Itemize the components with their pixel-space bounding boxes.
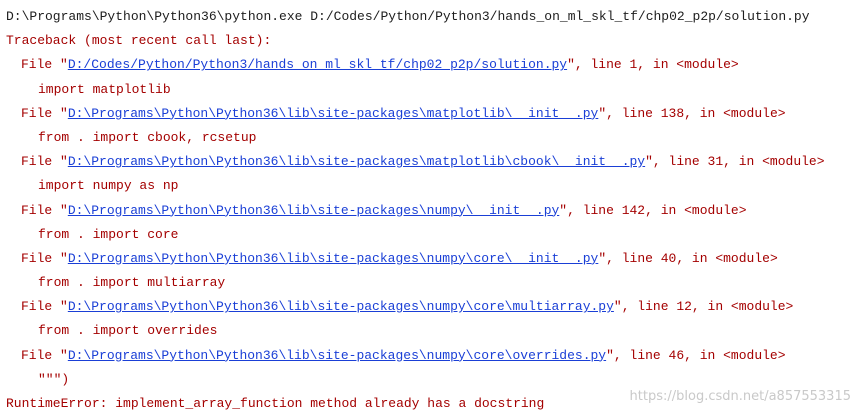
traceback-frame-file: File "D:\Programs\Python\Python36\lib\si… <box>0 150 865 174</box>
file-path-link[interactable]: D:\Programs\Python\Python36\lib\site-pac… <box>68 154 645 169</box>
file-path-link[interactable]: D:\Programs\Python\Python36\lib\site-pac… <box>68 348 606 363</box>
traceback-frame-code: from . import cbook, rcsetup <box>38 129 257 145</box>
frame-prefix: File " <box>21 299 68 315</box>
traceback-frame-code: from . import multiarray <box>38 275 226 291</box>
traceback-frame-file: File "D:\Programs\Python\Python36\lib\si… <box>0 247 865 271</box>
frame-suffix: ", line 142, in <module> <box>559 202 747 218</box>
file-path-link[interactable]: D:\Programs\Python\Python36\lib\site-pac… <box>68 106 599 121</box>
traceback-frame-code: from . import overrides <box>38 323 218 339</box>
frame-suffix: ", line 138, in <module> <box>598 105 786 121</box>
traceback-frame-file: File "D:\Programs\Python\Python36\lib\si… <box>0 102 865 126</box>
traceback-frame-code: from . import core <box>38 226 179 242</box>
frame-prefix: File " <box>21 250 68 266</box>
frame-suffix: ", line 46, in <module> <box>606 347 786 363</box>
frame-prefix: File " <box>21 154 68 170</box>
traceback-frame-file: File "D:\Programs\Python\Python36\lib\si… <box>0 199 865 223</box>
console-output: D:\Programs\Python\Python36\python.exe D… <box>0 0 865 413</box>
file-path-link[interactable]: D:\Programs\Python\Python36\lib\site-pac… <box>68 299 614 314</box>
file-path-link[interactable]: D:\Programs\Python\Python36\lib\site-pac… <box>68 251 599 266</box>
traceback-frame-code: import numpy as np <box>38 178 179 194</box>
frame-prefix: File " <box>21 105 68 121</box>
frame-prefix: File " <box>21 347 68 363</box>
frame-suffix: ", line 40, in <module> <box>598 250 778 266</box>
run-command: D:\Programs\Python\Python36\python.exe D… <box>6 9 810 24</box>
frame-suffix: ", line 31, in <module> <box>645 154 825 170</box>
traceback-frame-file: File "D:\Programs\Python\Python36\lib\si… <box>0 344 865 368</box>
traceback-frame-file: File "D:/Codes/Python/Python3/hands_on_m… <box>0 53 865 77</box>
traceback-header: Traceback (most recent call last): <box>6 33 272 49</box>
file-path-link[interactable]: D:/Codes/Python/Python3/hands_on_ml_skl_… <box>68 57 567 72</box>
frame-prefix: File " <box>21 57 68 73</box>
watermark: https://blog.csdn.net/a857553315 <box>629 389 851 404</box>
frame-suffix: ", line 1, in <module> <box>567 57 739 73</box>
frame-suffix: ", line 12, in <module> <box>613 299 794 315</box>
file-path-link[interactable]: D:\Programs\Python\Python36\lib\site-pac… <box>68 203 559 218</box>
traceback-frame-file: File "D:\Programs\Python\Python36\lib\si… <box>0 295 865 319</box>
traceback-frame-code: import matplotlib <box>38 81 171 97</box>
frame-prefix: File " <box>21 202 68 218</box>
